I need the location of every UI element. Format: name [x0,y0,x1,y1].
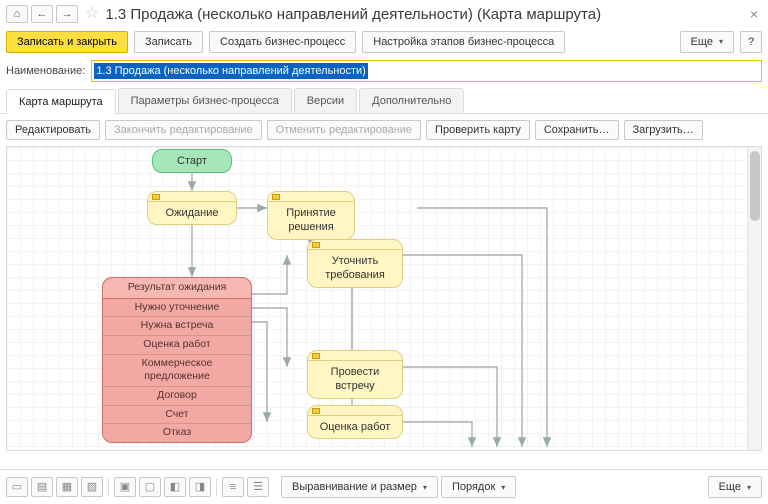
node-clarify-label: Уточнить требования [308,250,402,287]
name-label: Наименование: [6,64,85,78]
window-title: 1.3 Продажа (несколько направлений деяте… [105,5,601,25]
edit-button[interactable]: Редактировать [6,120,100,140]
back-icon[interactable]: ← [31,5,53,23]
more-button-label: Еще [691,36,713,48]
more-button[interactable]: Еще ▾ [680,31,734,53]
condition-row[interactable]: Договор [103,387,251,406]
condition-row[interactable]: Нужно уточнение [103,299,251,318]
distribute-h-icon[interactable]: ≡ [222,477,244,497]
task-icon [272,194,280,200]
shape-group2-icon[interactable]: ▦ [56,477,78,497]
chevron-down-icon: ▾ [747,483,751,492]
bottom-more-button[interactable]: Еще▾ [708,476,762,498]
node-decision-label: Принятие решения [268,202,354,239]
node-hold-meeting[interactable]: Провести встречу [307,350,403,399]
shape-group3-icon[interactable]: ▧ [81,477,103,497]
group-icon[interactable]: ◧ [164,477,186,497]
shape-type-icon[interactable]: ▭ [6,477,28,497]
condition-row[interactable]: Оценка работ [103,336,251,355]
name-input[interactable]: 1.3 Продажа (несколько направлений деяте… [91,60,762,82]
command-bar: Записать и закрыть Записать Создать бизн… [0,27,768,57]
route-map-canvas[interactable]: Старт Ожидание Принятие решения Уточнить… [6,146,762,451]
node-clarify-requirements[interactable]: Уточнить требования [307,239,403,288]
condition-row[interactable]: Счет [103,406,251,425]
tab-additional[interactable]: Дополнительно [359,88,464,113]
bottom-toolbar: ▭ ▤ ▦ ▧ ▣ ▢ ◧ ◨ ≡ ☰ Выравнивание и разме… [0,469,768,504]
chevron-down-icon: ▾ [423,483,427,492]
save-and-close-button[interactable]: Записать и закрыть [6,31,128,53]
tab-versions[interactable]: Версии [294,88,357,113]
finish-edit-button: Закончить редактирование [105,120,262,140]
favorite-star-icon[interactable]: ☆ [85,4,99,25]
node-start[interactable]: Старт [152,149,232,173]
chevron-down-icon: ▾ [719,37,723,46]
help-button[interactable]: ? [740,31,762,53]
load-map-button[interactable]: Загрузить… [624,120,703,140]
node-wait-label: Ожидание [148,202,236,224]
tab-route-map[interactable]: Карта маршрута [6,89,116,114]
vertical-scrollbar[interactable] [747,147,761,450]
condition-row[interactable]: Отказ [103,424,251,442]
condition-title: Результат ожидания [103,278,251,299]
node-wait-result-condition[interactable]: Результат ожидания Нужно уточнение Нужна… [102,277,252,443]
forward-icon[interactable]: → [56,5,78,23]
tab-strip: Карта маршрута Параметры бизнес-процесса… [0,88,768,114]
order-button[interactable]: Порядок▾ [441,476,516,498]
create-business-process-button[interactable]: Создать бизнес-процесс [209,31,356,53]
condition-row[interactable]: Коммерческое предложение [103,355,251,387]
node-meeting-label: Провести встречу [308,361,402,398]
name-input-value: 1.3 Продажа (несколько направлений деяте… [94,63,368,79]
title-bar: ⌂ ← → ☆ 1.3 Продажа (несколько направлен… [0,0,768,27]
node-estimate-label: Оценка работ [308,416,402,438]
shape-group1-icon[interactable]: ▤ [31,477,53,497]
bring-front-icon[interactable]: ▣ [114,477,136,497]
configure-stages-button[interactable]: Настройка этапов бизнес-процесса [362,31,565,53]
task-icon [312,353,320,359]
node-estimate-work[interactable]: Оценка работ [307,405,403,439]
tab-bp-parameters[interactable]: Параметры бизнес-процесса [118,88,292,113]
save-button[interactable]: Записать [134,31,203,53]
map-toolbar: Редактировать Закончить редактирование О… [0,114,768,146]
task-icon [312,242,320,248]
align-and-size-button[interactable]: Выравнивание и размер▾ [281,476,438,498]
cancel-edit-button: Отменить редактирование [267,120,421,140]
name-row: Наименование: 1.3 Продажа (несколько нап… [0,57,768,88]
close-icon[interactable]: × [746,5,762,23]
chevron-down-icon: ▾ [501,483,505,492]
node-wait[interactable]: Ожидание [147,191,237,225]
condition-row[interactable]: Нужна встреча [103,317,251,336]
distribute-v-icon[interactable]: ☰ [247,477,269,497]
check-map-button[interactable]: Проверить карту [426,120,530,140]
home-icon[interactable]: ⌂ [6,5,28,23]
send-back-icon[interactable]: ▢ [139,477,161,497]
task-icon [312,408,320,414]
task-icon [152,194,160,200]
ungroup-icon[interactable]: ◨ [189,477,211,497]
node-decision[interactable]: Принятие решения [267,191,355,240]
save-map-button[interactable]: Сохранить… [535,120,619,140]
